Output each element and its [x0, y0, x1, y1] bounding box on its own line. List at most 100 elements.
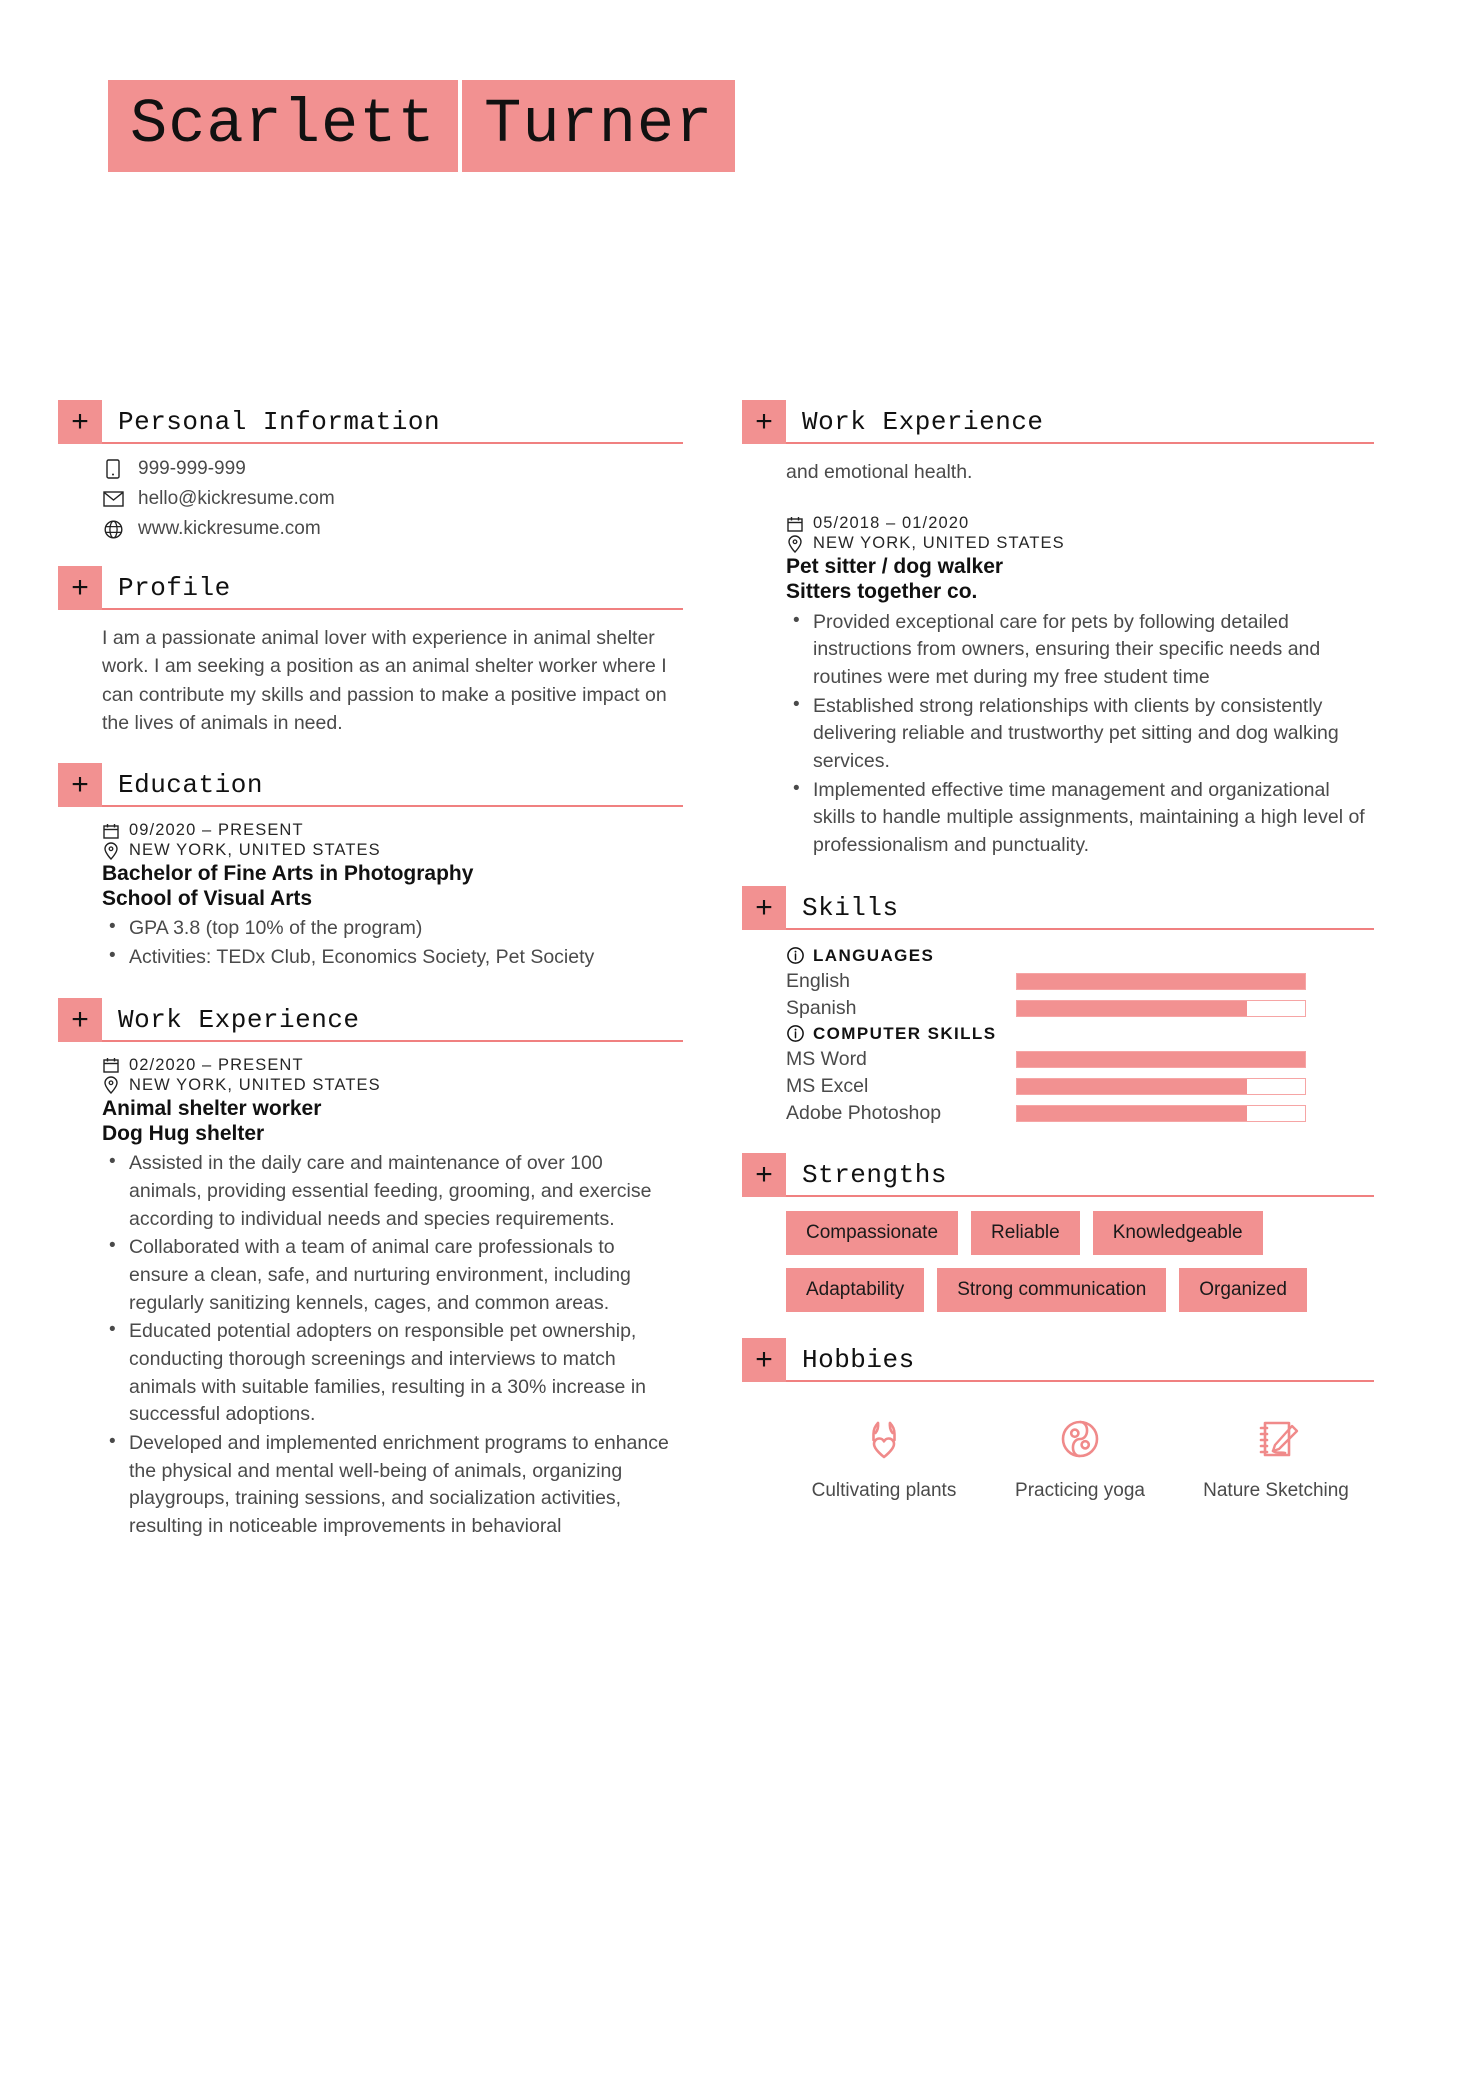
- skill-name: Adobe Photoshop: [786, 1101, 942, 1124]
- section-header: + Work Experience: [58, 997, 683, 1042]
- section-title: Work Experience: [118, 1004, 360, 1035]
- section-body: LANGUAGES English Spanish COMPUTER SKILL…: [742, 930, 1374, 1127]
- section-profile: + Profile I am a passionate animal lover…: [58, 566, 683, 737]
- entry-bullets: GPA 3.8 (top 10% of the program) Activit…: [102, 914, 683, 972]
- email-icon: [102, 488, 124, 510]
- list-item: Activities: TEDx Club, Economics Society…: [102, 943, 683, 972]
- skill-group-languages: LANGUAGES: [786, 946, 1374, 966]
- skill-row: Adobe Photoshop: [786, 1100, 1374, 1127]
- list-item: Developed and implemented enrichment pro…: [102, 1429, 683, 1541]
- skill-group-computer-skills: COMPUTER SKILLS: [786, 1024, 1374, 1044]
- section-rule: [102, 442, 683, 444]
- entry-date-row: 09/2020 – PRESENT: [102, 821, 683, 840]
- section-body: I am a passionate animal lover with expe…: [58, 610, 683, 737]
- plus-icon[interactable]: +: [742, 1337, 786, 1382]
- skill-group-label: LANGUAGES: [813, 945, 935, 965]
- section-hobbies: + Hobbies Cultivating plants Practicing …: [742, 1337, 1374, 1503]
- info-icon: [786, 946, 805, 965]
- section-rule: [786, 1379, 1374, 1382]
- list-item: Implemented effective time management an…: [786, 776, 1374, 860]
- plus-icon[interactable]: +: [58, 566, 102, 610]
- contact-website: www.kickresume.com: [102, 518, 683, 540]
- skill-bar-track: [1016, 999, 1306, 1017]
- plus-icon[interactable]: +: [58, 997, 102, 1042]
- section-body: Cultivating plants Practicing yoga Natur…: [742, 1382, 1374, 1503]
- phone-value: 999-999-999: [138, 458, 246, 479]
- entry-organization: Sitters together co.: [786, 580, 978, 604]
- section-rule: [102, 805, 683, 808]
- entry-date-row: 02/2020 – PRESENT: [102, 1056, 683, 1075]
- entry-bullets: Provided exceptional care for pets by fo…: [786, 608, 1374, 860]
- hobby-label: Nature Sketching: [1203, 1479, 1349, 1501]
- strength-tag: Organized: [1179, 1267, 1307, 1312]
- skill-row: MS Word: [786, 1046, 1374, 1073]
- strength-tag: Knowledgeable: [1092, 1210, 1263, 1255]
- section-title: Strengths: [802, 1159, 947, 1190]
- section-header: + Profile: [58, 566, 683, 610]
- right-column: + Work Experience and emotional health. …: [742, 400, 1374, 1528]
- list-item: GPA 3.8 (top 10% of the program): [102, 914, 683, 943]
- strength-tag: Strong communication: [937, 1267, 1167, 1312]
- list-item: Provided exceptional care for pets by fo…: [786, 608, 1374, 692]
- entry-organization: School of Visual Arts: [102, 887, 313, 911]
- first-name: Scarlett: [108, 80, 458, 172]
- section-header: + Work Experience: [742, 400, 1374, 444]
- email-value[interactable]: hello@kickresume.com: [138, 488, 335, 510]
- hands-heart-icon: [856, 1408, 912, 1470]
- hobby-list: Cultivating plants Practicing yoga Natur…: [786, 1396, 1374, 1503]
- entry-bullets: Assisted in the daily care and maintenan…: [102, 1149, 683, 1541]
- skill-bar-fill: [1017, 1105, 1248, 1121]
- section-title: Skills: [802, 892, 899, 923]
- section-header: + Hobbies: [742, 1337, 1374, 1382]
- section-title: Hobbies: [802, 1344, 915, 1375]
- section-rule: [786, 442, 1374, 444]
- info-icon: [786, 1024, 805, 1043]
- section-rule: [786, 927, 1374, 930]
- strength-tag-list: Compassionate Reliable Knowledgeable Ada…: [786, 1210, 1374, 1312]
- hobby-item: Practicing yoga: [982, 1408, 1178, 1503]
- skill-name: English: [786, 969, 850, 992]
- entry-location: NEW YORK, UNITED STATES: [129, 1075, 381, 1094]
- section-title: Profile: [118, 573, 231, 603]
- left-column: + Personal Information 999-999-999 hello…: [58, 400, 683, 1567]
- plus-icon[interactable]: +: [742, 885, 786, 930]
- entry-location-row: NEW YORK, UNITED STATES: [102, 1076, 683, 1095]
- skill-bar-track: [1016, 1077, 1306, 1095]
- section-strengths: + Strengths Compassionate Reliable Knowl…: [742, 1152, 1374, 1312]
- list-item: Educated potential adopters on responsib…: [102, 1317, 683, 1429]
- entry-date-row: 05/2018 – 01/2020: [786, 514, 1374, 533]
- website-value[interactable]: www.kickresume.com: [138, 518, 321, 540]
- skill-row: MS Excel: [786, 1073, 1374, 1100]
- section-title: Work Experience: [802, 407, 1044, 437]
- profile-text: I am a passionate animal lover with expe…: [102, 627, 667, 734]
- strength-tag: Reliable: [971, 1210, 1080, 1255]
- resume-page: Scarlett Turner + Personal Information 9…: [0, 0, 1468, 2076]
- skill-group-label: COMPUTER SKILLS: [813, 1023, 997, 1043]
- entry-title: Pet sitter / dog walker: [786, 555, 1004, 579]
- section-body: 999-999-999 hello@kickresume.com www.kic…: [58, 444, 683, 540]
- plus-icon[interactable]: +: [58, 763, 102, 808]
- entry-location: NEW YORK, UNITED STATES: [129, 841, 381, 860]
- section-work-experience: + Work Experience 02/2020 – PRESENT NEW …: [58, 997, 683, 1541]
- section-body: 09/2020 – PRESENT NEW YORK, UNITED STATE…: [58, 807, 683, 972]
- entry-location-row: NEW YORK, UNITED STATES: [786, 534, 1374, 553]
- entry-location: NEW YORK, UNITED STATES: [813, 534, 1065, 553]
- skill-name: Spanish: [786, 996, 857, 1019]
- sketchbook-pen-icon: [1248, 1408, 1304, 1470]
- skill-row: English: [786, 968, 1374, 995]
- plus-icon[interactable]: +: [742, 400, 786, 444]
- plus-icon[interactable]: +: [742, 1152, 786, 1197]
- hobby-item: Nature Sketching: [1178, 1408, 1374, 1503]
- section-body: Compassionate Reliable Knowledgeable Ada…: [742, 1197, 1374, 1312]
- skill-row: Spanish: [786, 995, 1374, 1022]
- entry-organization: Dog Hug shelter: [102, 1122, 265, 1145]
- calendar-icon: [102, 822, 120, 840]
- skill-bar-track: [1016, 1050, 1306, 1068]
- entry-date: 05/2018 – 01/2020: [813, 514, 970, 533]
- location-pin-icon: [102, 1076, 120, 1095]
- section-title: Education: [118, 770, 263, 801]
- last-name: Turner: [462, 80, 736, 172]
- plus-icon[interactable]: +: [58, 400, 102, 444]
- list-item: Established strong relationships with cl…: [786, 692, 1374, 776]
- section-rule: [786, 1194, 1374, 1197]
